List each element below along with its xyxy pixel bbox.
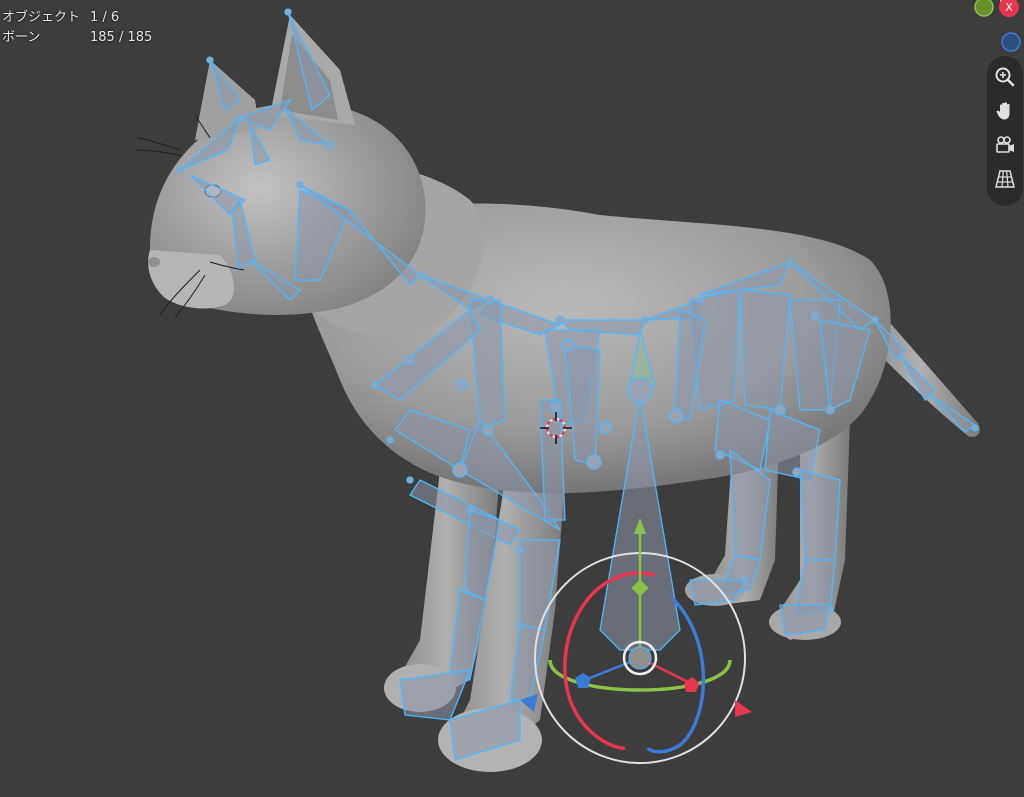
gizmo-x-arrow[interactable] — [735, 700, 752, 717]
perspective-grid-icon — [995, 170, 1015, 188]
zoom-button[interactable] — [989, 60, 1021, 94]
stats-bones-row: ボーン 185 / 185 — [2, 28, 152, 48]
navigation-gizmo[interactable]: X — [914, 0, 1024, 60]
gizmo-z-handle[interactable] — [575, 673, 591, 688]
gizmo-x-handle[interactable] — [684, 677, 699, 692]
stats-bones-value: 185 / 185 — [90, 30, 153, 45]
hand-icon — [996, 102, 1010, 120]
viewport-scene[interactable] — [0, 0, 1024, 797]
stats-bones-label: ボーン — [2, 30, 41, 45]
perspective-toggle-button[interactable] — [989, 162, 1021, 196]
zoom-icon — [995, 67, 1015, 87]
camera-icon — [996, 136, 1014, 153]
pan-button[interactable] — [989, 94, 1021, 128]
nav-gizmo-z-axis[interactable] — [1001, 32, 1021, 52]
nav-gizmo-y-axis[interactable] — [974, 0, 994, 17]
3d-viewport[interactable]: オブジェクト 1 / 6 ボーン 185 / 185 X — [0, 0, 1024, 797]
stats-objects-value: 1 / 6 — [90, 10, 120, 25]
stats-objects-row: オブジェクト 1 / 6 — [2, 8, 152, 28]
nav-gizmo-x-label: X — [1005, 1, 1013, 14]
stats-objects-label: オブジェクト — [2, 10, 81, 25]
camera-view-button[interactable] — [989, 128, 1021, 162]
viewport-statistics: オブジェクト 1 / 6 ボーン 185 / 185 — [2, 8, 152, 48]
viewport-navigation-tools — [987, 56, 1023, 206]
